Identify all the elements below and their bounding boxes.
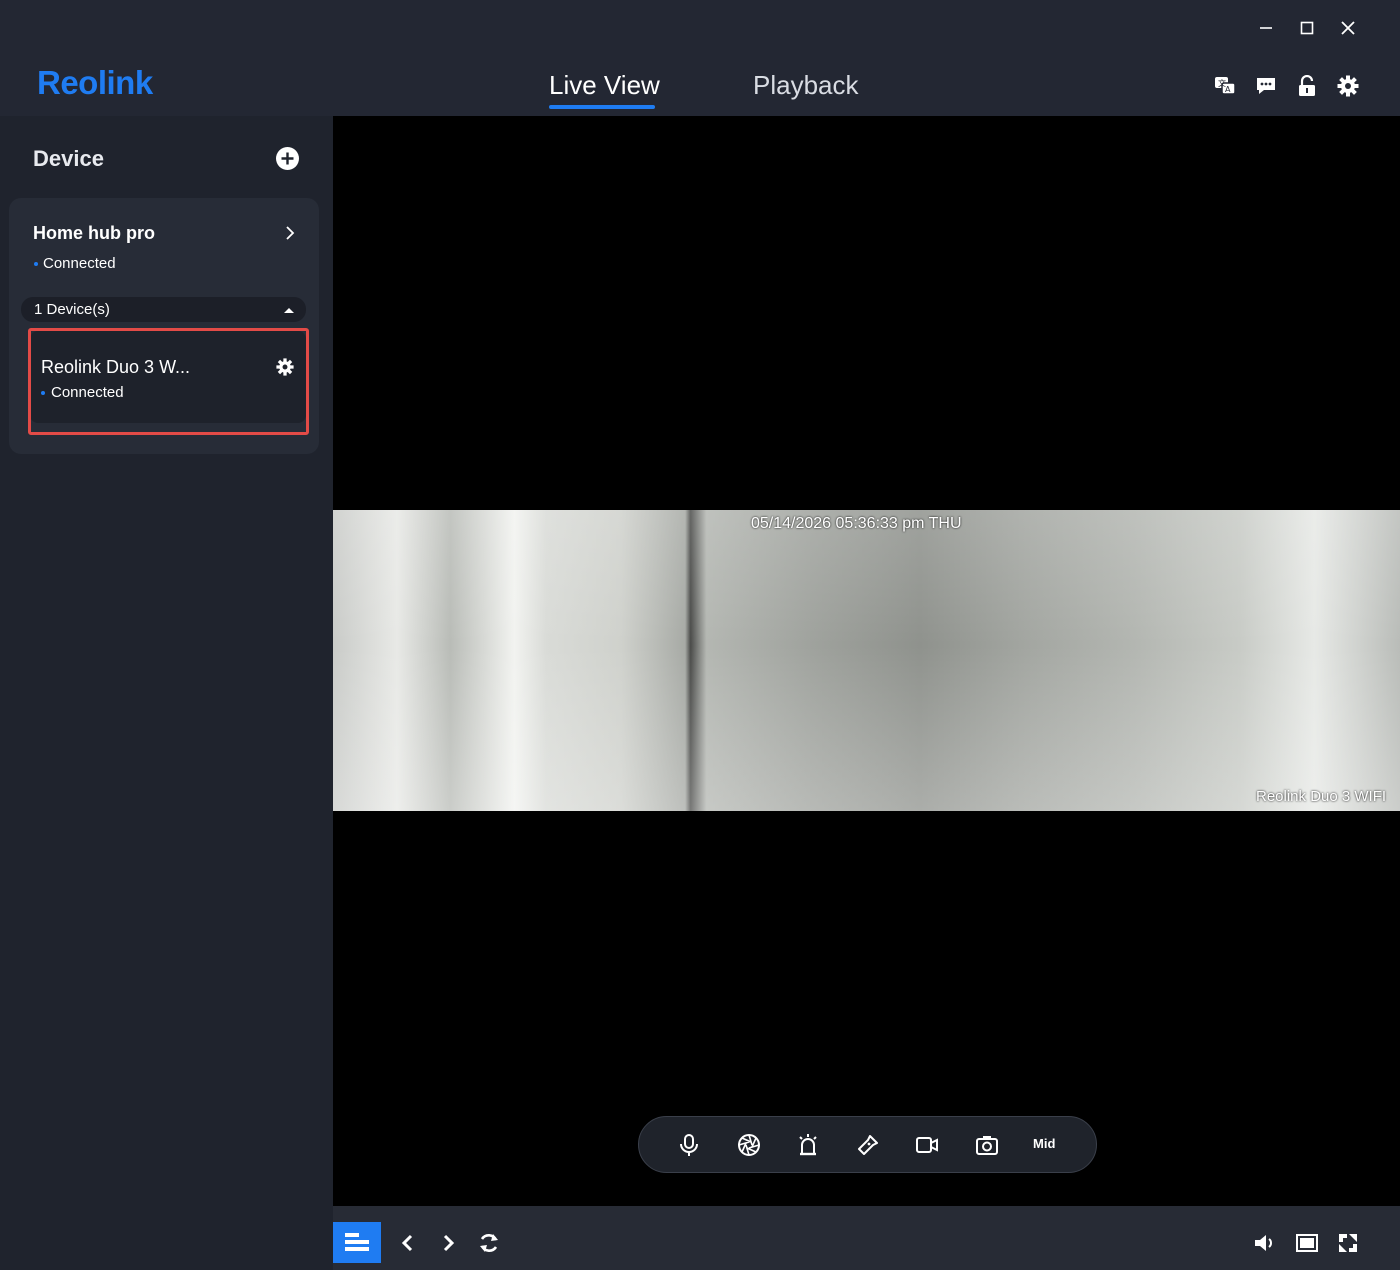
add-device-icon[interactable] bbox=[275, 146, 300, 171]
hub-status: Connected bbox=[43, 255, 116, 272]
close-icon[interactable] bbox=[1334, 14, 1362, 42]
reolink-logo: Reolink bbox=[37, 64, 153, 101]
layout-icon[interactable] bbox=[333, 1222, 381, 1263]
chevron-right-icon[interactable] bbox=[282, 224, 298, 242]
selection-highlight bbox=[28, 328, 309, 435]
next-icon[interactable] bbox=[435, 1230, 461, 1256]
device-heading: Device bbox=[33, 146, 104, 171]
record-icon[interactable] bbox=[914, 1132, 940, 1158]
message-icon[interactable] bbox=[1253, 73, 1279, 99]
volume-icon[interactable] bbox=[1252, 1230, 1278, 1256]
siren-icon[interactable] bbox=[795, 1132, 821, 1158]
gear-icon[interactable] bbox=[1335, 73, 1361, 99]
tab-live-view[interactable]: Live View bbox=[549, 70, 660, 101]
stream-quality-button[interactable]: Mid bbox=[1033, 1136, 1055, 1151]
translate-icon[interactable]: 文 A bbox=[1212, 73, 1238, 99]
device-count-label: 1 Device(s) bbox=[34, 301, 110, 318]
screen-ratio-icon[interactable] bbox=[1294, 1230, 1320, 1256]
microphone-icon[interactable] bbox=[676, 1132, 702, 1158]
title-bar bbox=[0, 0, 1400, 116]
status-dot bbox=[34, 262, 38, 266]
camera-name[interactable]: Reolink Duo 3 W... bbox=[41, 357, 190, 378]
camera-status: Connected bbox=[51, 384, 124, 401]
minimize-icon[interactable] bbox=[1252, 14, 1280, 42]
previous-icon[interactable] bbox=[395, 1230, 421, 1256]
caret-up-icon[interactable] bbox=[283, 305, 295, 315]
fullscreen-icon[interactable] bbox=[1335, 1230, 1361, 1256]
video-camera-label: Reolink Duo 3 WIFI bbox=[1256, 788, 1387, 805]
refresh-icon[interactable] bbox=[476, 1230, 502, 1256]
svg-text:A: A bbox=[1225, 85, 1231, 94]
video-timestamp: 05/14/2026 05:36:33 pm THU bbox=[751, 515, 962, 532]
maximize-icon[interactable] bbox=[1293, 14, 1321, 42]
camera-settings-gear-icon[interactable] bbox=[276, 358, 294, 376]
hub-name[interactable]: Home hub pro bbox=[33, 223, 155, 244]
video-shading bbox=[333, 510, 1400, 811]
snapshot-icon[interactable] bbox=[974, 1132, 1000, 1158]
unlock-icon[interactable] bbox=[1294, 73, 1320, 99]
active-tab-indicator bbox=[549, 105, 655, 109]
status-dot bbox=[41, 391, 45, 395]
aperture-icon[interactable] bbox=[736, 1132, 762, 1158]
tab-playback[interactable]: Playback bbox=[753, 70, 859, 101]
flashlight-icon[interactable] bbox=[855, 1132, 881, 1158]
